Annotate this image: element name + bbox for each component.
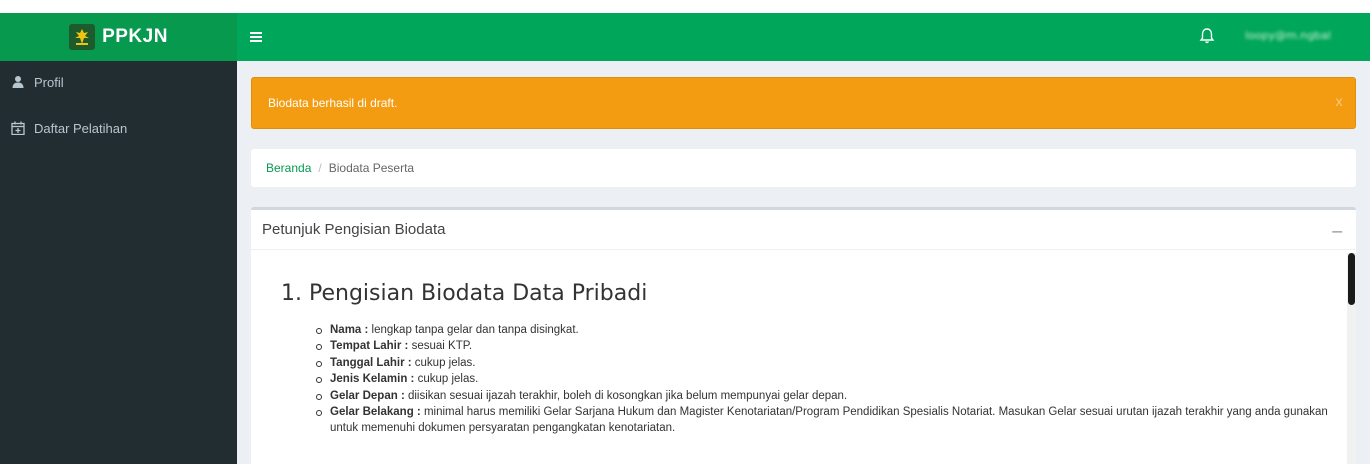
sidebar-item-daftar-pelatihan[interactable]: Daftar Pelatihan: [0, 112, 237, 144]
rule-term: Nama :: [330, 324, 369, 336]
panel-header: Petunjuk Pengisian Biodata −: [251, 210, 1356, 250]
user-menu[interactable]: loopy@m.ngbal: [1245, 29, 1359, 44]
instruction-list: Nama : lengkap tanpa gelar dan tanpa dis…: [314, 322, 1334, 437]
alert-message: Biodata berhasil di draft.: [268, 96, 398, 110]
breadcrumb: Beranda / Biodata Peserta: [251, 149, 1356, 187]
main-content: Biodata berhasil di draft. x Beranda / B…: [237, 61, 1370, 464]
breadcrumb-separator: /: [318, 161, 322, 175]
panel-title: Petunjuk Pengisian Biodata: [262, 221, 446, 238]
list-item: Tanggal Lahir : cukup jelas.: [314, 355, 1334, 371]
calendar-plus-icon: [11, 121, 25, 136]
rule-text: lengkap tanpa gelar dan tanpa disingkat.: [368, 324, 579, 336]
list-item: Nama : lengkap tanpa gelar dan tanpa dis…: [314, 322, 1334, 338]
panel-body: 1. Pengisian Biodata Data Pribadi Nama :…: [251, 251, 1356, 464]
rule-term: Tanggal Lahir :: [330, 356, 412, 369]
collapse-button[interactable]: −: [1331, 222, 1344, 241]
sidebar-item-label: Daftar Pelatihan: [34, 120, 128, 136]
sidebar-item-profil[interactable]: Profil: [0, 66, 237, 98]
sidebar: Profil Daftar Pelatihan: [0, 61, 237, 464]
rule-text: cukup jelas.: [411, 356, 476, 369]
top-navbar: loopy@m.ngbal: [237, 13, 1370, 61]
brand-logo-area[interactable]: PPKJN: [0, 13, 237, 61]
draft-success-alert: Biodata berhasil di draft. x: [251, 77, 1356, 129]
rule-term: Tempat Lahir :: [330, 340, 409, 353]
scrollbar-thumb[interactable]: [1348, 253, 1355, 305]
rule-text: cukup jelas.: [414, 373, 479, 386]
hamburger-icon[interactable]: [250, 27, 262, 47]
sidebar-item-label: Profil: [34, 74, 64, 90]
rule-term: Gelar Belakang :: [330, 406, 421, 419]
breadcrumb-current: Biodata Peserta: [328, 161, 415, 175]
rule-term: Gelar Depan :: [330, 389, 405, 402]
bell-icon[interactable]: [1198, 25, 1216, 47]
breadcrumb-home-link[interactable]: Beranda: [266, 161, 311, 175]
rule-text: minimal harus memiliki Gelar Sarjana Huk…: [330, 406, 1328, 435]
alert-close-button[interactable]: x: [1335, 95, 1343, 110]
user-icon: [11, 75, 25, 89]
list-item: Jenis Kelamin : cukup jelas.: [314, 371, 1334, 387]
rule-text: sesuai KTP.: [408, 340, 473, 353]
rule-term: Jenis Kelamin :: [330, 373, 415, 386]
rule-text: diisikan sesuai ijazah terakhir, boleh d…: [404, 389, 848, 402]
list-item: Tempat Lahir : sesuai KTP.: [314, 338, 1334, 354]
panel-scrollbar[interactable]: [1347, 253, 1356, 464]
brand-name: PPKJN: [102, 26, 168, 47]
section-heading: 1. Pengisian Biodata Data Pribadi: [281, 281, 648, 306]
instructions-panel: Petunjuk Pengisian Biodata − 1. Pengisia…: [251, 207, 1356, 464]
list-item: Gelar Belakang : minimal harus memiliki …: [314, 404, 1334, 437]
ministry-logo-icon: [69, 24, 96, 50]
list-item: Gelar Depan : diisikan sesuai ijazah ter…: [314, 388, 1334, 404]
